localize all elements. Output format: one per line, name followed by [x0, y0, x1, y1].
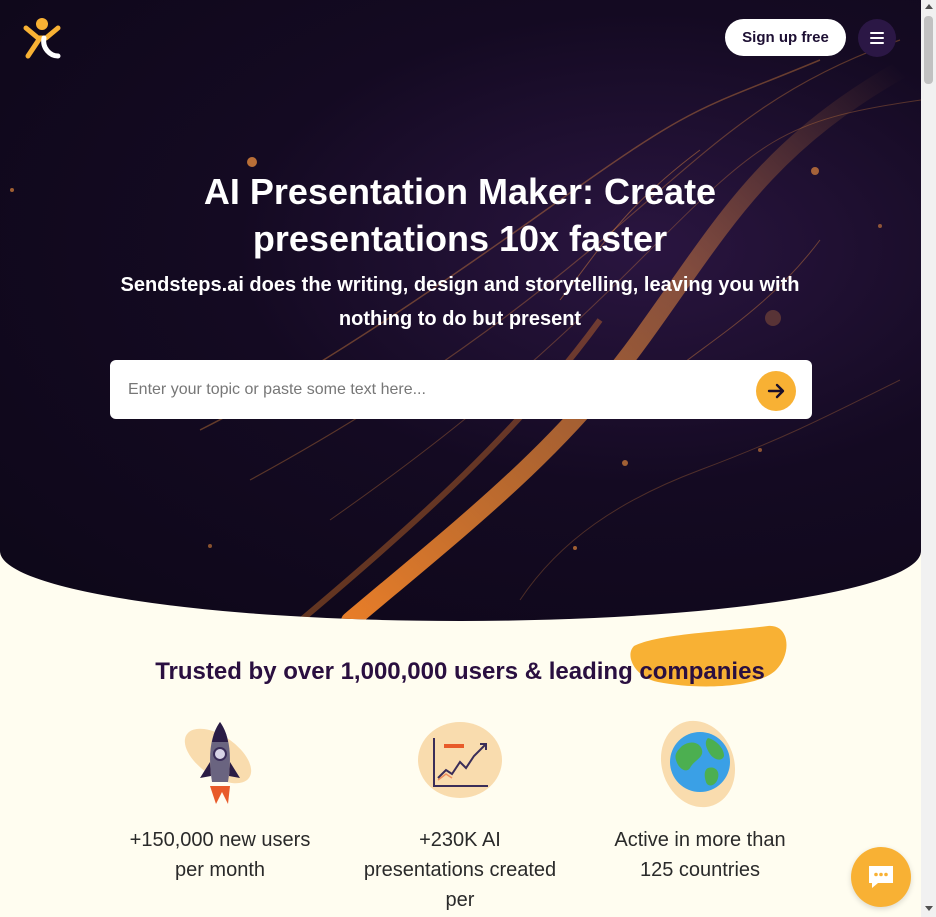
chat-bubble-icon[interactable]	[851, 847, 911, 907]
stat-caption: +150,000 new users per month	[129, 829, 311, 881]
stat-presentations: +230K AI presentations created per	[360, 716, 560, 915]
stat-new-users: +150,000 new users per month	[120, 716, 320, 885]
scroll-up-icon[interactable]	[925, 4, 933, 9]
scrollbar-thumb[interactable]	[924, 16, 933, 84]
hero-subtitle: Sendsteps.ai does the writing, design an…	[120, 274, 800, 330]
rocket-icon	[170, 716, 270, 811]
page-scrollbar[interactable]	[921, 0, 936, 917]
arrow-right-icon[interactable]	[756, 371, 796, 411]
growth-chart-icon	[410, 716, 510, 811]
stat-countries: Active in more than 125 countries	[600, 716, 800, 885]
globe-icon	[650, 716, 750, 811]
topic-search-box	[110, 360, 812, 419]
stat-caption: Active in more than 125 countries	[614, 829, 786, 881]
trusted-heading: Trusted by over 1,000,000 users & leadin…	[155, 658, 765, 685]
hamburger-icon[interactable]	[858, 19, 896, 57]
sendsteps-logo-icon[interactable]	[22, 16, 62, 60]
hero-section: Sign up free AI Presentation Maker: Crea…	[0, 0, 921, 621]
stat-caption: +230K AI presentations created per	[363, 829, 557, 911]
hero-title: AI Presentation Maker: Create presentati…	[203, 171, 717, 259]
signup-button[interactable]: Sign up free	[725, 19, 846, 56]
scroll-down-icon[interactable]	[925, 906, 933, 911]
topic-input[interactable]	[110, 360, 750, 419]
